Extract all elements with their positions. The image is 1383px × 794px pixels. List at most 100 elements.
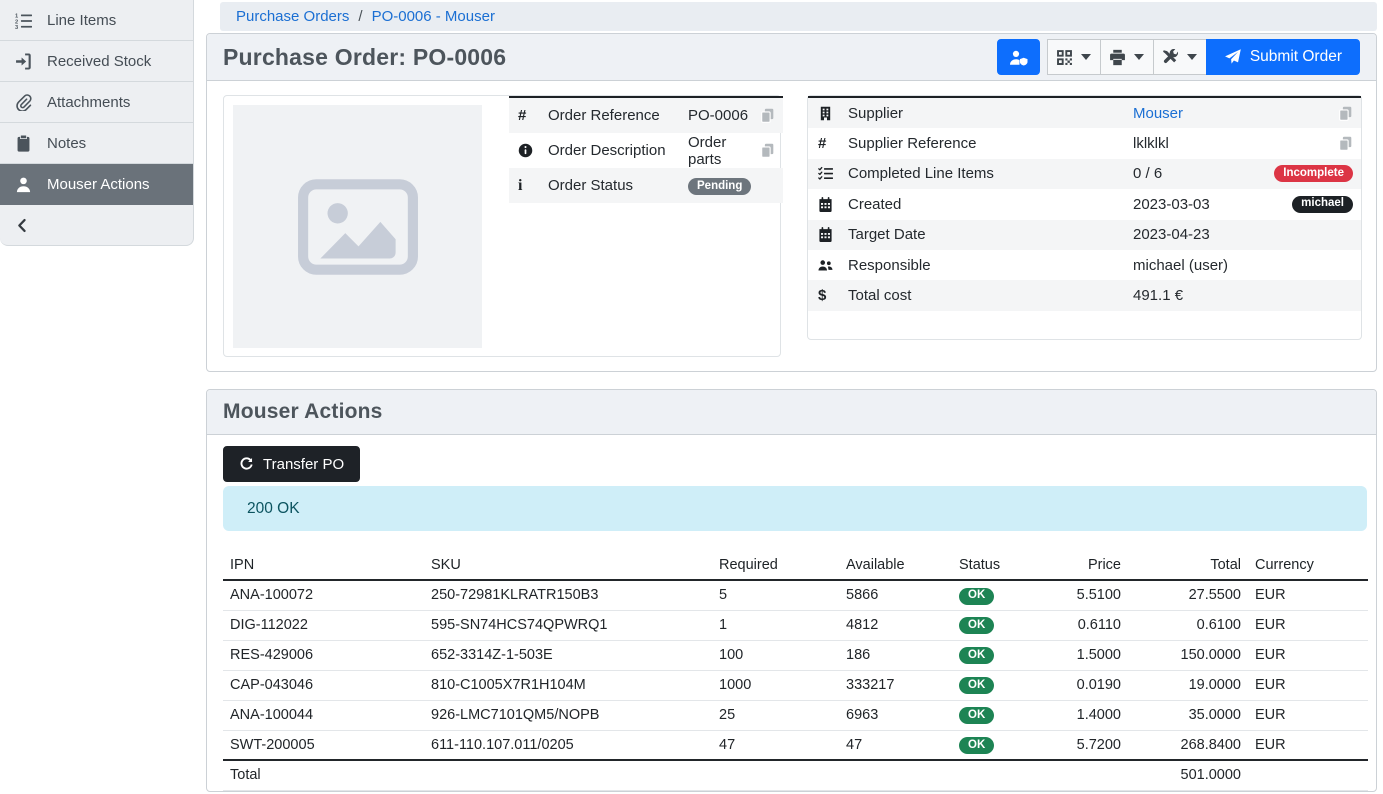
detail-label: Order Description — [548, 142, 688, 159]
cell-sku: 595-SN74HCS74QPWRQ1 — [424, 610, 712, 640]
cell-status: OK — [952, 580, 1052, 610]
sidebar-item-attachments[interactable]: Attachments — [0, 82, 193, 123]
table-row: RES-429006652-3314Z-1-503E100186OK1.5000… — [223, 640, 1368, 670]
copy-button[interactable] — [760, 143, 775, 158]
detail-value: PO-0006 — [688, 107, 751, 124]
detail-icon-cell — [818, 258, 848, 273]
cell-currency: EUR — [1248, 670, 1368, 700]
sidebar-item-notes[interactable]: Notes — [0, 123, 193, 164]
status-badge-ok: OK — [959, 677, 994, 694]
status-alert-text: 200 OK — [247, 500, 300, 518]
cell-status: OK — [952, 610, 1052, 640]
detail-value: 2023-03-03 — [1133, 196, 1292, 213]
paperclip-icon — [15, 94, 32, 111]
line-items-table: IPNSKURequiredAvailableStatusPriceTotalC… — [223, 550, 1368, 791]
total-label: Total — [223, 760, 424, 790]
detail-icon-cell: # — [818, 136, 848, 151]
submit-order-button[interactable]: Submit Order — [1206, 39, 1360, 75]
column-header-required: Required — [712, 550, 839, 580]
detail-value: Pending — [688, 176, 751, 196]
detail-icon-cell — [818, 106, 848, 121]
cell-price: 1.4000 — [1052, 700, 1128, 730]
detail-label: Order Status — [548, 177, 688, 194]
header-row: IPNSKURequiredAvailableStatusPriceTotalC… — [223, 550, 1368, 580]
list-numbered-icon: 123 — [15, 12, 32, 29]
user-icon — [15, 176, 32, 193]
page-title: Purchase Order: PO-0006 — [223, 44, 506, 71]
cell-required: 5 — [712, 580, 839, 610]
cell-price: 5.5100 — [1052, 580, 1128, 610]
cell-sku: 611-110.107.011/0205 — [424, 730, 712, 760]
detail-row: Created2023-03-03michael — [808, 189, 1361, 219]
breadcrumb: Purchase Orders / PO-0006 - Mouser — [220, 2, 1377, 31]
cell-price: 0.6110 — [1052, 610, 1128, 640]
sidebar-item-mouser-actions[interactable]: Mouser Actions — [0, 164, 193, 205]
clipboard-icon — [15, 135, 32, 152]
column-header-ipn: IPN — [223, 550, 424, 580]
cell-required: 100 — [712, 640, 839, 670]
total-value: 501.0000 — [1128, 760, 1248, 790]
detail-icon-cell — [818, 197, 848, 212]
supplier-link[interactable]: Mouser — [1133, 105, 1183, 122]
column-header-sku: SKU — [424, 550, 712, 580]
table-row: ANA-100072250-72981KLRATR150B355866OK5.5… — [223, 580, 1368, 610]
order-info-card: #Order ReferencePO-0006Order Description… — [223, 95, 781, 357]
detail-value: michael (user) — [1133, 257, 1353, 274]
line-items-table-foot: Total 501.0000 — [223, 760, 1368, 790]
table-row: ANA-100044926-LMC7101QM5/NOPB256963OK1.4… — [223, 700, 1368, 730]
list-check-icon — [818, 166, 833, 181]
detail-row: Target Date2023-04-23 — [808, 220, 1361, 250]
cell-available: 47 — [839, 730, 952, 760]
copy-button[interactable] — [760, 108, 775, 123]
breadcrumb-link-current-order[interactable]: PO-0006 - Mouser — [372, 8, 495, 25]
mouser-actions-panel: Mouser Actions Transfer PO 200 OK IPNSKU… — [206, 389, 1377, 792]
order-actions-button[interactable] — [1153, 39, 1207, 75]
copy-button[interactable] — [1338, 106, 1353, 121]
cell-sku: 250-72981KLRATR150B3 — [424, 580, 712, 610]
detail-icon-cell — [818, 227, 848, 242]
cell-available: 6963 — [839, 700, 952, 730]
sidebar-collapse-button[interactable] — [0, 205, 193, 245]
cell-sku: 810-C1005X7R1H104M — [424, 670, 712, 700]
admin-view-button[interactable] — [997, 39, 1040, 75]
detail-row-actions — [1338, 106, 1353, 121]
cell-price: 1.5000 — [1052, 640, 1128, 670]
tools-icon — [1162, 49, 1179, 66]
detail-row: #Supplier Referencelklklkl — [808, 128, 1361, 158]
status-badge-ok: OK — [959, 588, 994, 605]
breadcrumb-link-purchase-orders[interactable]: Purchase Orders — [236, 8, 349, 25]
cell-status: OK — [952, 640, 1052, 670]
purchase-order-panel: Purchase Order: PO-0006 — [206, 33, 1377, 372]
transfer-po-button[interactable]: Transfer PO — [223, 446, 360, 482]
detail-value: lklklkl — [1133, 135, 1338, 152]
status-badge-ok: OK — [959, 617, 994, 634]
copy-button[interactable] — [1338, 136, 1353, 151]
cell-status: OK — [952, 700, 1052, 730]
transfer-po-label: Transfer PO — [263, 456, 344, 473]
building-icon — [818, 106, 833, 121]
print-actions-button[interactable] — [1100, 39, 1154, 75]
column-header-status: Status — [952, 550, 1052, 580]
detail-icon-cell — [818, 166, 848, 181]
calendar-icon — [818, 197, 833, 212]
cell-total: 35.0000 — [1128, 700, 1248, 730]
sidebar-item-received-stock[interactable]: Received Stock — [0, 41, 193, 82]
sidebar-item-line-items[interactable]: 123 Line Items — [0, 0, 193, 41]
detail-row: iOrder StatusPending — [509, 168, 783, 203]
detail-value: Mouser — [1133, 105, 1338, 122]
sidebar-item-label: Line Items — [47, 12, 116, 29]
cell-currency: EUR — [1248, 580, 1368, 610]
barcode-actions-button[interactable] — [1047, 39, 1101, 75]
cell-total: 19.0000 — [1128, 670, 1248, 700]
detail-row: Responsiblemichael (user) — [808, 250, 1361, 280]
detail-row-actions: Incomplete — [1274, 165, 1353, 182]
hashtag-icon: # — [818, 136, 826, 151]
column-header-available: Available — [839, 550, 952, 580]
cell-ipn: ANA-100072 — [223, 580, 424, 610]
cell-status: OK — [952, 670, 1052, 700]
printer-icon — [1109, 49, 1126, 66]
cell-total: 268.8400 — [1128, 730, 1248, 760]
sidebar: 123 Line Items Received StockAttachmentsNo… — [0, 0, 194, 246]
detail-label: Responsible — [848, 257, 1133, 274]
svg-text:3: 3 — [15, 25, 18, 29]
